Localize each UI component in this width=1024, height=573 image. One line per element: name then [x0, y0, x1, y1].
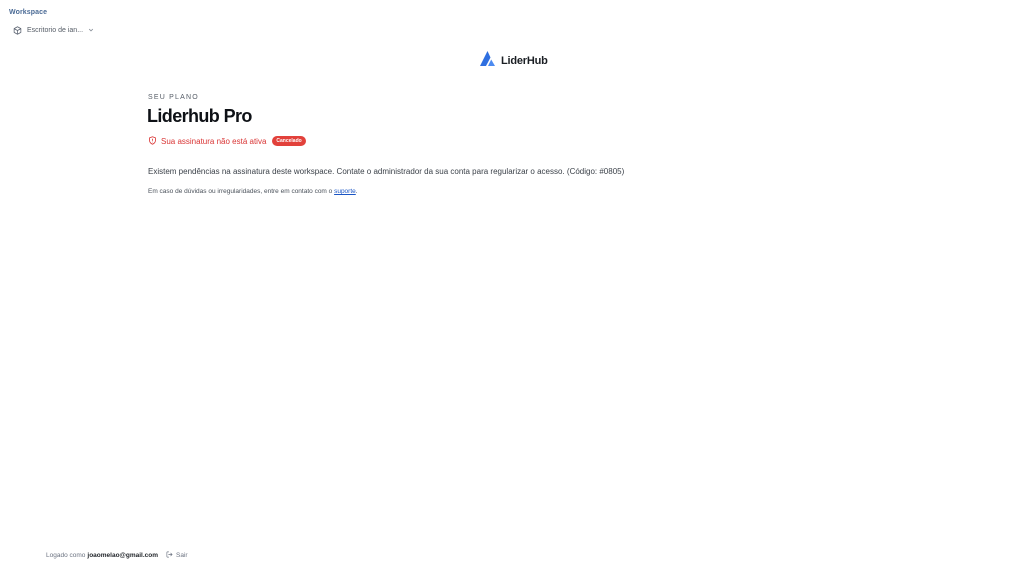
brand-logo: LiderHub: [479, 50, 548, 72]
pending-message: Existem pendências na assinatura deste w…: [148, 167, 625, 176]
logout-icon: [166, 551, 173, 560]
brand-name: LiderHub: [501, 55, 548, 67]
workspace-selected-name: Escritorio de ian...: [27, 26, 84, 34]
plan-kicker: SEU PLANO: [148, 94, 199, 101]
plan-title: Liderhub Pro: [147, 106, 252, 126]
user-footer: Logado como joaomelao@gmail.com Sair: [46, 551, 188, 560]
status-text: Sua assinatura não está ativa: [161, 136, 267, 146]
liderhub-logo-icon: [479, 50, 496, 72]
box-icon: [13, 25, 22, 35]
shield-alert-icon: [148, 132, 157, 150]
logout-button[interactable]: Sair: [166, 551, 188, 560]
status-badge: Cancelado: [272, 136, 306, 146]
help-prefix: Em caso de dúvidas ou irregularidades, e…: [148, 188, 335, 195]
subscription-status: Sua assinatura não está ativa Cancelado: [148, 136, 306, 146]
logout-label: Sair: [176, 552, 188, 559]
workspace-label: Workspace: [9, 9, 48, 16]
help-suffix: .: [355, 188, 358, 195]
support-link[interactable]: suporte: [334, 188, 356, 195]
user-email: joaomelao@gmail.com: [87, 552, 159, 559]
help-text: Em caso de dúvidas ou irregularidades, e…: [148, 188, 358, 195]
logged-as-label: Logado como: [46, 552, 86, 559]
chevron-down-icon: [88, 27, 94, 33]
workspace-select[interactable]: Escritorio de ian...: [13, 24, 94, 36]
